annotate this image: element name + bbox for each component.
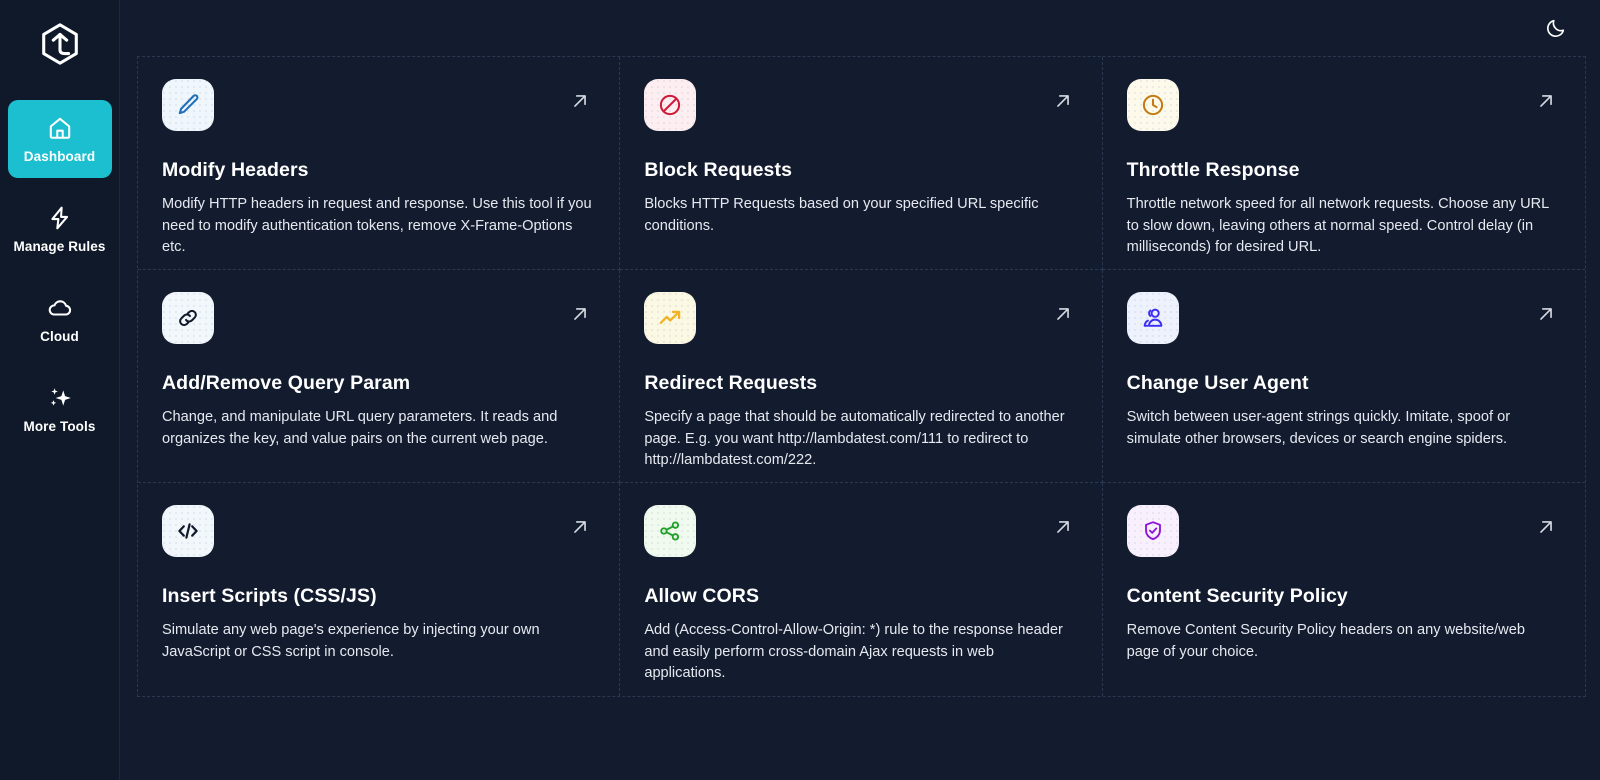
- home-icon: [47, 115, 73, 141]
- arrow-up-right-icon[interactable]: [569, 90, 591, 112]
- arrow-up-right-icon[interactable]: [1535, 516, 1557, 538]
- tool-icon-tile: [644, 292, 696, 344]
- tool-card-description: Simulate any web page's experience by in…: [162, 620, 592, 662]
- sidebar-item-label: Cloud: [40, 330, 79, 344]
- tool-card-description: Modify HTTP headers in request and respo…: [162, 194, 592, 257]
- arrow-up-right-icon[interactable]: [1535, 90, 1557, 112]
- tool-card-insert-scripts[interactable]: Insert Scripts (CSS/JS) Simulate any web…: [138, 483, 620, 696]
- tools-grid-container: Modify Headers Modify HTTP headers in re…: [137, 56, 1586, 697]
- tool-card-title: Insert Scripts (CSS/JS): [162, 585, 595, 608]
- tool-icon-tile: [1127, 505, 1179, 557]
- tool-card-description: Throttle network speed for all network r…: [1127, 194, 1557, 257]
- sidebar-item-dashboard[interactable]: Dashboard: [8, 100, 112, 178]
- tool-card-title: Change User Agent: [1127, 372, 1561, 395]
- cloud-icon: [47, 295, 73, 321]
- sidebar-item-more-tools[interactable]: More Tools: [8, 370, 112, 448]
- tool-icon-tile: [1127, 292, 1179, 344]
- tool-card-title: Content Security Policy: [1127, 585, 1561, 608]
- sidebar-item-label: Dashboard: [24, 150, 95, 164]
- topbar: [120, 0, 1600, 56]
- arrow-up-right-icon[interactable]: [569, 303, 591, 325]
- tool-card-title: Redirect Requests: [644, 372, 1077, 395]
- tool-card-description: Switch between user-agent strings quickl…: [1127, 407, 1557, 449]
- tool-card-description: Change, and manipulate URL query paramet…: [162, 407, 592, 449]
- tool-card-allow-cors[interactable]: Allow CORS Add (Access-Control-Allow-Ori…: [620, 483, 1102, 696]
- theme-toggle-button[interactable]: [1541, 13, 1571, 43]
- shield-check-icon: [1141, 519, 1165, 543]
- hexagon-arrow-logo-icon: [37, 21, 83, 67]
- app-logo[interactable]: [30, 14, 90, 74]
- tool-card-title: Add/Remove Query Param: [162, 372, 595, 395]
- arrow-up-right-icon[interactable]: [1535, 303, 1557, 325]
- clock-icon: [1140, 92, 1166, 118]
- tool-card-title: Throttle Response: [1127, 159, 1561, 182]
- tool-card-title: Block Requests: [644, 159, 1077, 182]
- arrow-up-right-icon[interactable]: [569, 516, 591, 538]
- block-icon: [657, 92, 683, 118]
- bolt-icon: [47, 205, 73, 231]
- tool-card-description: Add (Access-Control-Allow-Origin: *) rul…: [644, 620, 1074, 683]
- tool-card-block-requests[interactable]: Block Requests Blocks HTTP Requests base…: [620, 57, 1102, 270]
- tool-card-description: Blocks HTTP Requests based on your speci…: [644, 194, 1074, 236]
- tool-icon-tile: [1127, 79, 1179, 131]
- app-root: Dashboard Manage Rules Cloud: [0, 0, 1600, 780]
- tool-card-title: Allow CORS: [644, 585, 1077, 608]
- sparkles-icon: [47, 385, 73, 411]
- tool-icon-tile: [162, 292, 214, 344]
- trending-up-icon: [657, 305, 683, 331]
- tool-card-title: Modify Headers: [162, 159, 595, 182]
- moon-icon: [1545, 17, 1567, 39]
- tool-card-change-user-agent[interactable]: Change User Agent Switch between user-ag…: [1103, 270, 1585, 483]
- share-icon: [657, 518, 683, 544]
- link-icon: [175, 305, 201, 331]
- sidebar-nav: Dashboard Manage Rules Cloud: [0, 100, 119, 448]
- main-content: Modify Headers Modify HTTP headers in re…: [120, 0, 1600, 780]
- tool-card-add-remove-query-param[interactable]: Add/Remove Query Param Change, and manip…: [138, 270, 620, 483]
- arrow-up-right-icon[interactable]: [1052, 90, 1074, 112]
- tools-grid: Modify Headers Modify HTTP headers in re…: [138, 57, 1585, 696]
- code-icon: [174, 517, 202, 545]
- tool-icon-tile: [644, 505, 696, 557]
- users-icon: [1140, 305, 1166, 331]
- pencil-icon: [175, 92, 201, 118]
- arrow-up-right-icon[interactable]: [1052, 516, 1074, 538]
- sidebar-item-label: More Tools: [23, 420, 95, 434]
- tool-card-modify-headers[interactable]: Modify Headers Modify HTTP headers in re…: [138, 57, 620, 270]
- arrow-up-right-icon[interactable]: [1052, 303, 1074, 325]
- sidebar-item-label: Manage Rules: [14, 240, 106, 254]
- tool-card-content-security-policy[interactable]: Content Security Policy Remove Content S…: [1103, 483, 1585, 696]
- tool-card-description: Specify a page that should be automatica…: [644, 407, 1074, 470]
- tool-icon-tile: [162, 505, 214, 557]
- tool-card-redirect-requests[interactable]: Redirect Requests Specify a page that sh…: [620, 270, 1102, 483]
- sidebar-item-manage-rules[interactable]: Manage Rules: [8, 190, 112, 268]
- sidebar-item-cloud[interactable]: Cloud: [8, 280, 112, 358]
- sidebar: Dashboard Manage Rules Cloud: [0, 0, 120, 780]
- tool-card-description: Remove Content Security Policy headers o…: [1127, 620, 1557, 662]
- tool-icon-tile: [644, 79, 696, 131]
- tool-card-throttle-response[interactable]: Throttle Response Throttle network speed…: [1103, 57, 1585, 270]
- tool-icon-tile: [162, 79, 214, 131]
